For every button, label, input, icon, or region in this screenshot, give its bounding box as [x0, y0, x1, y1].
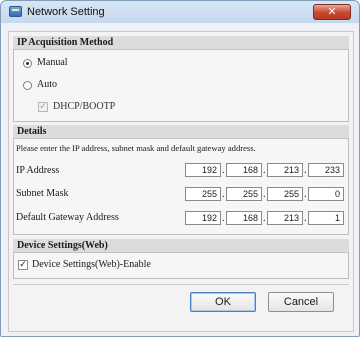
- subnet-octet-4[interactable]: 0: [308, 187, 344, 201]
- ip-octet-4[interactable]: 233: [308, 163, 344, 177]
- subnet-octet-3[interactable]: 255: [267, 187, 303, 201]
- network-setting-dialog: Network Setting ✕ IP Acquisition Method …: [0, 0, 360, 337]
- subnet-octet-1[interactable]: 255: [185, 187, 221, 201]
- device-settings-enable-checkbox[interactable]: ✓: [18, 260, 28, 270]
- ip-acquisition-header: IP Acquisition Method: [13, 36, 349, 50]
- close-button[interactable]: ✕: [313, 4, 351, 20]
- dialog-body: IP Acquisition Method Manual Auto ✓ DHCP…: [8, 31, 354, 332]
- window-title: Network Setting: [27, 6, 105, 18]
- check-icon: ✓: [19, 260, 27, 270]
- title-bar[interactable]: Network Setting ✕: [1, 1, 359, 23]
- device-settings-header: Device Settings(Web): [13, 239, 349, 253]
- subnet-dot: .: [304, 189, 307, 200]
- cancel-button[interactable]: Cancel: [268, 292, 334, 312]
- gateway-dot: .: [263, 213, 266, 224]
- ok-button[interactable]: OK: [190, 292, 256, 312]
- auto-radio[interactable]: [23, 81, 32, 90]
- ip-address-label: IP Address: [16, 165, 60, 176]
- section-divider: [13, 284, 349, 285]
- subnet-mask-label: Subnet Mask: [16, 188, 69, 199]
- close-icon: ✕: [327, 5, 337, 18]
- default-gateway-label: Default Gateway Address: [16, 212, 119, 223]
- subnet-octet-2[interactable]: 255: [226, 187, 262, 201]
- check-icon: ✓: [39, 102, 47, 112]
- gateway-octet-1[interactable]: 192: [185, 211, 221, 225]
- ip-dot: .: [222, 165, 225, 176]
- device-settings-enable-label: Device Settings(Web)-Enable: [32, 259, 151, 270]
- gateway-octet-2[interactable]: 168: [226, 211, 262, 225]
- ip-octet-2[interactable]: 168: [226, 163, 262, 177]
- auto-label: Auto: [37, 79, 57, 90]
- details-instruction: Please enter the IP address, subnet mask…: [16, 143, 256, 153]
- ip-octet-3[interactable]: 213: [267, 163, 303, 177]
- gateway-octet-3[interactable]: 213: [267, 211, 303, 225]
- subnet-dot: .: [263, 189, 266, 200]
- manual-label: Manual: [37, 57, 68, 68]
- manual-radio[interactable]: [23, 59, 32, 68]
- ip-dot: .: [304, 165, 307, 176]
- dhcp-bootp-checkbox[interactable]: ✓: [38, 102, 48, 112]
- ip-dot: .: [263, 165, 266, 176]
- details-header: Details: [13, 125, 349, 139]
- subnet-dot: .: [222, 189, 225, 200]
- gateway-dot: .: [222, 213, 225, 224]
- dhcp-bootp-label: DHCP/BOOTP: [53, 101, 116, 112]
- ip-octet-1[interactable]: 192: [185, 163, 221, 177]
- gateway-octet-4[interactable]: 1: [308, 211, 344, 225]
- network-app-icon: [9, 6, 22, 17]
- gateway-dot: .: [304, 213, 307, 224]
